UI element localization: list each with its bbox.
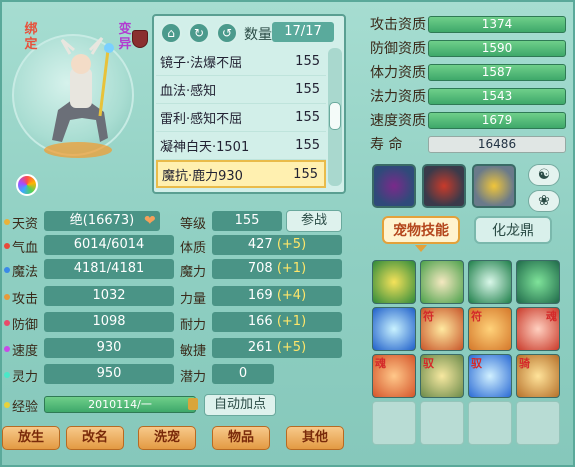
count-label: 数量	[244, 27, 272, 43]
list-item-selected[interactable]: 魔抗·鹿力930 155	[156, 160, 326, 188]
heart-icon: ❤	[144, 213, 156, 229]
attr-label-agility: 敏捷	[180, 344, 207, 359]
stat-label-aptitude: 天资	[12, 217, 39, 232]
list-scrollbar[interactable]	[328, 48, 342, 186]
skill-icon[interactable]	[468, 260, 512, 304]
equip-slot-armor[interactable]	[422, 164, 466, 208]
bound-badge: 绑定	[24, 22, 38, 52]
attr-label-magic: 魔力	[180, 265, 207, 280]
stat-label-speed: 速度	[12, 344, 39, 359]
empty-skill-slot[interactable]	[516, 401, 560, 445]
skill-icon[interactable]	[516, 260, 560, 304]
scrollbar-thumb[interactable]	[329, 102, 341, 130]
rename-button[interactable]: 改名	[66, 426, 124, 450]
items-button[interactable]: 物品	[212, 426, 270, 450]
count-value: 17/17	[272, 22, 334, 42]
aptitude-stamina: 体力资质 1587	[370, 62, 566, 82]
empty-skill-slot[interactable]	[468, 401, 512, 445]
stat-value-aptitude: 绝(16673)	[44, 211, 160, 231]
skill-icon[interactable]: 骑	[516, 354, 560, 398]
stat-value-spirit: 950	[44, 364, 174, 384]
skill-list: 镜子·法爆不屈 155 血法·感知 155 雷利·感知不屈 155 凝神白天·1501…	[156, 48, 326, 188]
aptitude-attack: 攻击资质 1374	[370, 14, 566, 34]
skill-icon[interactable]: 魂	[372, 354, 416, 398]
stat-label-attack: 攻击	[12, 292, 39, 307]
home-icon[interactable]: ⌂	[160, 22, 182, 44]
yinyang-icon[interactable]: ☯	[528, 164, 560, 186]
attr-label-level: 等级	[180, 217, 207, 232]
skill-icon[interactable]: 驭	[420, 354, 464, 398]
stat-value-attack: 1032	[44, 286, 174, 306]
other-button[interactable]: 其他	[286, 426, 344, 450]
paw-icon[interactable]: ❀	[528, 190, 560, 212]
skill-icon[interactable]: 符	[468, 307, 512, 351]
stat-label-mp: 魔法	[12, 265, 39, 280]
wash-pet-button[interactable]: 洗宠	[138, 426, 196, 450]
stat-value-hp: 6014/6014	[44, 235, 174, 255]
empty-skill-slot[interactable]	[420, 401, 464, 445]
stat-value-defense: 1098	[44, 312, 174, 332]
stat-dot	[4, 243, 10, 249]
stat-dot	[4, 346, 10, 352]
skill-icon[interactable]: 驭	[468, 354, 512, 398]
exp-bar: 2010114/一	[44, 396, 196, 413]
list-item[interactable]: 血法·感知 155	[156, 76, 326, 104]
refresh-icon[interactable]: ↻	[188, 22, 210, 44]
skill-icon[interactable]	[420, 260, 464, 304]
pet-skill-grid: 符 符 魂 魂 驭 驭 骑	[372, 260, 562, 445]
stat-dot	[4, 320, 10, 326]
attr-value-magic: 708 (+1)	[212, 259, 342, 279]
attr-label-potential: 潜力	[180, 370, 207, 385]
attr-value-agility: 261 (+5)	[212, 338, 342, 358]
aptitude-speed: 速度资质 1679	[370, 110, 566, 130]
lock-icon[interactable]	[188, 398, 198, 410]
attr-label-constitution: 体质	[180, 241, 207, 256]
auto-allocate-button[interactable]: 自动加点	[204, 394, 276, 416]
aptitude-lifespan: 寿 命 16486	[370, 134, 566, 154]
empty-skill-slot[interactable]	[372, 401, 416, 445]
attr-label-strength: 力量	[180, 292, 207, 307]
tab-indicator-arrow	[415, 245, 427, 252]
stat-dot	[4, 402, 10, 408]
stat-dot	[4, 267, 10, 273]
attr-label-endurance: 耐力	[180, 318, 207, 333]
stat-label-defense: 防御	[12, 318, 39, 333]
stat-label-spirit: 灵力	[12, 370, 39, 385]
shield-icon[interactable]	[132, 30, 148, 48]
list-item[interactable]: 凝神白天·1501 155	[156, 132, 326, 160]
equip-slot-necklace[interactable]	[472, 164, 516, 208]
attr-value-strength: 169 (+4)	[212, 286, 342, 306]
exp-label: 经验	[12, 400, 39, 415]
pet-panel: 绑定 变异 ⌂ ↻ ↺ 数量 17/17 镜子·法爆不屈 155 血法·感知 155…	[0, 0, 575, 467]
rainbow-orb-icon[interactable]	[16, 174, 38, 196]
release-button[interactable]: 放生	[2, 426, 60, 450]
stat-dot	[4, 294, 10, 300]
aptitude-defense: 防御资质 1590	[370, 38, 566, 58]
pet-portrait: 绑定 变异	[12, 20, 142, 168]
list-item[interactable]: 雷利·感知不屈 155	[156, 104, 326, 132]
stat-value-speed: 930	[44, 338, 174, 358]
reset-icon[interactable]: ↺	[216, 22, 238, 44]
attr-value-constitution: 427 (+5)	[212, 235, 342, 255]
join-battle-button[interactable]: 参战	[286, 210, 342, 232]
tab-pet-skills[interactable]: 宠物技能	[382, 216, 460, 244]
attr-value-endurance: 166 (+1)	[212, 312, 342, 332]
stat-dot	[4, 372, 10, 378]
attr-value-potential: 0	[212, 364, 274, 384]
stat-value-mp: 4181/4181	[44, 259, 174, 279]
stat-dot	[4, 219, 10, 225]
stat-label-hp: 气血	[12, 241, 39, 256]
tab-dragon-cauldron[interactable]: 化龙鼎	[474, 216, 552, 244]
skill-icon[interactable]	[372, 307, 416, 351]
skill-icon[interactable]: 魂	[516, 307, 560, 351]
skill-icon[interactable]: 符	[420, 307, 464, 351]
list-item[interactable]: 镜子·法爆不屈 155	[156, 48, 326, 76]
attr-value-level: 155	[212, 211, 282, 231]
equip-slot-collar[interactable]	[372, 164, 416, 208]
aptitude-mana: 法力资质 1543	[370, 86, 566, 106]
skill-icon[interactable]	[372, 260, 416, 304]
